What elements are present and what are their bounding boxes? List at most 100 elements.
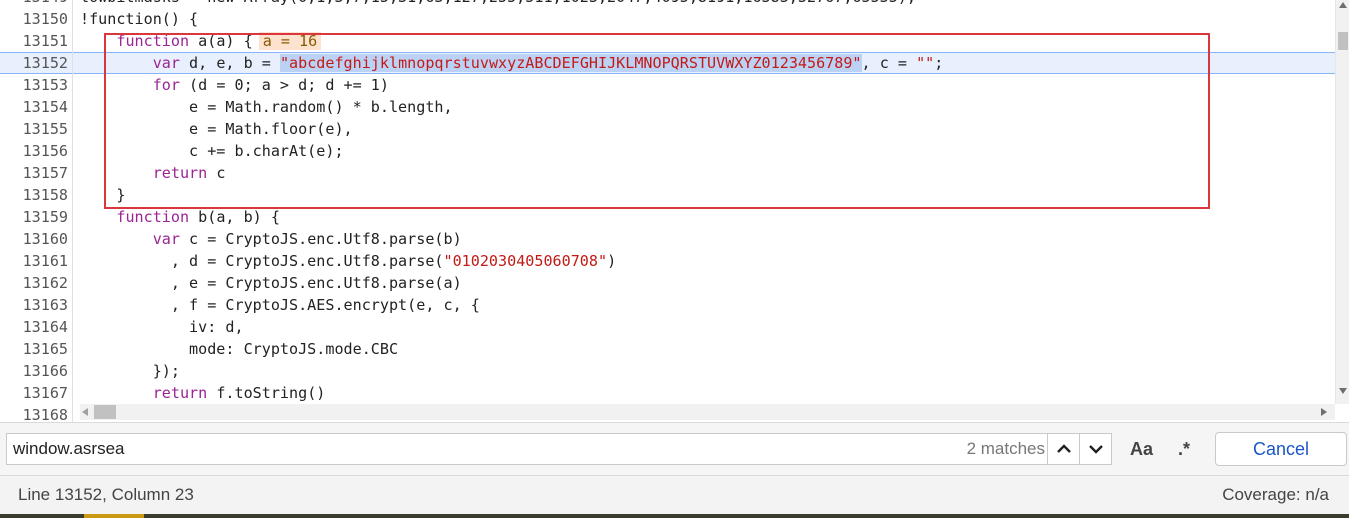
line-number[interactable]: 13164 <box>0 316 68 338</box>
vertical-scroll-thumb[interactable] <box>1338 32 1348 50</box>
gutter-separator <box>72 0 73 422</box>
bottom-strip <box>0 514 1349 518</box>
search-box: 2 matches <box>6 433 1112 465</box>
line-number[interactable]: 13150 <box>0 8 68 30</box>
line-number[interactable]: 13158 <box>0 184 68 206</box>
code-line[interactable]: 13167 return f.toString() <box>0 382 1335 404</box>
line-number[interactable]: 13166 <box>0 360 68 382</box>
inline-debug-value: a = 16 <box>258 32 322 50</box>
code-text: return c <box>80 162 226 184</box>
code-segment: }); <box>80 362 180 380</box>
line-number[interactable]: 13153 <box>0 74 68 96</box>
code-string: "0102030405060708" <box>443 252 608 270</box>
code-line[interactable]: 13165 mode: CryptoJS.mode.CBC <box>0 338 1335 360</box>
coverage-status[interactable]: Coverage: n/a <box>1222 476 1329 514</box>
code-text: var c = CryptoJS.enc.Utf8.parse(b) <box>80 228 462 250</box>
scroll-right-icon[interactable] <box>1321 408 1327 416</box>
code-text: , f = CryptoJS.AES.encrypt(e, c, { <box>80 294 480 316</box>
match-count: 2 matches <box>966 439 1045 458</box>
code-line[interactable]: 13158 } <box>0 184 1335 206</box>
code-text: , d = CryptoJS.enc.Utf8.parse("010203040… <box>80 250 616 272</box>
line-number[interactable]: 13156 <box>0 140 68 162</box>
line-number[interactable]: 13155 <box>0 118 68 140</box>
code-segment: b(a, b) { <box>189 208 280 226</box>
scroll-down-icon[interactable] <box>1339 388 1347 394</box>
line-number[interactable]: 13159 <box>0 206 68 228</box>
next-match-button[interactable] <box>1079 434 1111 464</box>
cancel-button[interactable]: Cancel <box>1215 432 1347 466</box>
code-text: lowbitmasks = new Array(0,1,3,7,15,31,63… <box>80 0 916 8</box>
code-segment: ; <box>934 54 944 72</box>
line-number[interactable]: 13161 <box>0 250 68 272</box>
code-line[interactable]: 13164 iv: d, <box>0 316 1335 338</box>
previous-match-button[interactable] <box>1047 434 1079 464</box>
code-keyword: return <box>152 164 208 182</box>
search-input[interactable] <box>13 434 933 464</box>
code-text: function a(a) {a = 16 <box>80 30 322 52</box>
match-case-button[interactable]: Aa <box>1130 433 1153 465</box>
code-area[interactable]: 13149 lowbitmasks = new Array(0,1,3,7,15,… <box>0 0 1335 422</box>
code-segment: , f = CryptoJS.AES.encrypt(e, c, { <box>80 296 480 314</box>
code-line[interactable]: 13155 e = Math.floor(e), <box>0 118 1335 140</box>
code-keyword: var <box>152 54 180 72</box>
code-segment: lowbitmasks = new Array(0,1,3,7,15,31,63… <box>80 0 916 6</box>
line-number[interactable]: 13157 <box>0 162 68 184</box>
code-line[interactable]: 13149 lowbitmasks = new Array(0,1,3,7,15,… <box>0 0 1335 8</box>
cursor-position: Line 13152, Column 23 <box>18 485 194 504</box>
line-number[interactable]: 13160 <box>0 228 68 250</box>
code-segment: e = Math.random() * b.length, <box>80 98 453 116</box>
code-editor[interactable]: 13149 lowbitmasks = new Array(0,1,3,7,15,… <box>0 0 1349 422</box>
vertical-scrollbar[interactable] <box>1335 0 1349 404</box>
line-number[interactable]: 13152 <box>0 53 68 73</box>
code-segment: f.toString() <box>207 384 326 402</box>
line-number[interactable]: 13162 <box>0 272 68 294</box>
code-line[interactable]: 13150 !function() { <box>0 8 1335 30</box>
code-line[interactable]: 13153 for (d = 0; a > d; d += 1) <box>0 74 1335 96</box>
code-line[interactable]: 13154 e = Math.random() * b.length, <box>0 96 1335 118</box>
line-number[interactable]: 13165 <box>0 338 68 360</box>
code-line[interactable]: 13166 }); <box>0 360 1335 382</box>
status-bar: Line 13152, Column 23 Coverage: n/a <box>0 476 1349 514</box>
line-number[interactable]: 13167 <box>0 382 68 404</box>
code-line[interactable]: 13160 var c = CryptoJS.enc.Utf8.parse(b) <box>0 228 1335 250</box>
code-keyword: return <box>152 384 208 402</box>
code-text: e = Math.floor(e), <box>80 118 353 140</box>
line-number[interactable]: 13154 <box>0 96 68 118</box>
code-text: return f.toString() <box>80 382 326 404</box>
regex-button[interactable]: .* <box>1178 433 1190 465</box>
code-keyword: function <box>116 208 190 226</box>
code-line[interactable]: 13163 , f = CryptoJS.AES.encrypt(e, c, { <box>0 294 1335 316</box>
code-segment: e = Math.floor(e), <box>80 120 353 138</box>
code-line[interactable]: 13151 function a(a) {a = 16 <box>0 30 1335 52</box>
code-line[interactable]: 13162 , e = CryptoJS.enc.Utf8.parse(a) <box>0 272 1335 294</box>
code-text: function b(a, b) { <box>80 206 280 228</box>
code-segment: ) <box>607 252 617 270</box>
line-number[interactable]: 13163 <box>0 294 68 316</box>
line-number[interactable]: 13149 <box>0 0 68 8</box>
horizontal-scroll-thumb[interactable] <box>94 405 116 419</box>
chevron-up-icon <box>1056 444 1071 453</box>
horizontal-scrollbar[interactable] <box>80 404 1335 420</box>
code-line[interactable]: 13152 var d, e, b = "abcdefghijklmnopqrs… <box>0 52 1335 74</box>
code-line[interactable]: 13161 , d = CryptoJS.enc.Utf8.parse("010… <box>0 250 1335 272</box>
code-text: c += b.charAt(e); <box>80 140 344 162</box>
scroll-up-icon[interactable] <box>1339 2 1347 8</box>
line-number[interactable]: 13168 <box>0 404 68 422</box>
scroll-left-icon[interactable] <box>82 408 88 416</box>
code-segment: mode: CryptoJS.mode.CBC <box>80 340 399 358</box>
line-number[interactable]: 13151 <box>0 30 68 52</box>
code-segment: (d = 0; a > d; d += 1) <box>179 76 389 94</box>
code-segment: , c = <box>861 54 917 72</box>
code-segment: c = CryptoJS.enc.Utf8.parse(b) <box>179 230 462 248</box>
code-segment: !function() { <box>80 10 199 28</box>
code-line[interactable]: 13157 return c <box>0 162 1335 184</box>
code-text: !function() { <box>80 8 198 30</box>
code-text: iv: d, <box>80 316 244 338</box>
code-line[interactable]: 13156 c += b.charAt(e); <box>0 140 1335 162</box>
code-text: e = Math.random() * b.length, <box>80 96 453 118</box>
code-line[interactable]: 13159 function b(a, b) { <box>0 206 1335 228</box>
